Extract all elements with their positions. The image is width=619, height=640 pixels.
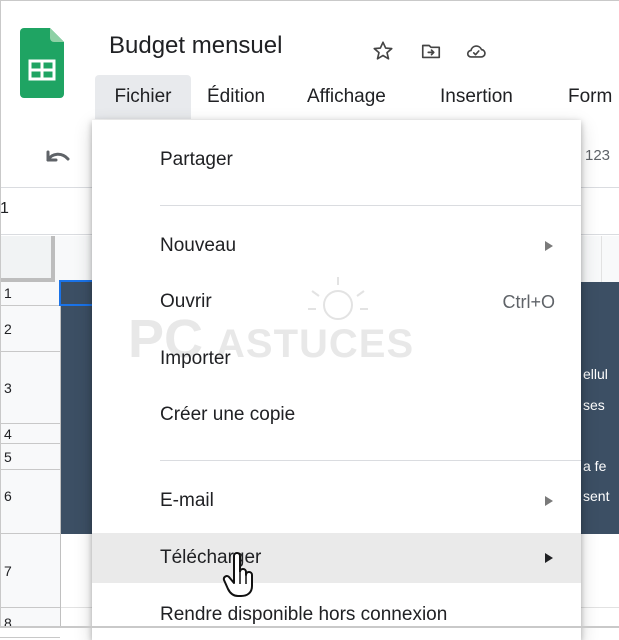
- number-format-button[interactable]: 123: [585, 147, 610, 164]
- menu-edition[interactable]: Édition: [207, 75, 265, 119]
- cell-text-fragment: ses: [583, 397, 605, 413]
- menu-separator: [160, 460, 581, 461]
- menu-item-label: E-mail: [160, 490, 214, 511]
- select-all-corner[interactable]: [0, 236, 55, 282]
- menu-item-label: Créer une copie: [160, 404, 296, 425]
- menu-format[interactable]: Form: [568, 75, 612, 119]
- row-header-7[interactable]: 7: [0, 534, 60, 608]
- menu-item-label: Nouveau: [160, 235, 237, 256]
- cloud-saved-icon[interactable]: [465, 40, 487, 62]
- submenu-arrow-icon: [545, 496, 553, 506]
- cell-text-fragment: a fe: [583, 458, 607, 474]
- name-box[interactable]: 1: [0, 200, 9, 218]
- menu-item-label: Ouvrir: [160, 291, 212, 312]
- undo-icon[interactable]: [44, 148, 72, 170]
- menu-item-importer[interactable]: Importer: [92, 334, 581, 384]
- menu-item-label: Partager: [160, 149, 233, 170]
- row-header-5[interactable]: 5: [0, 444, 60, 470]
- move-to-folder-icon[interactable]: [420, 40, 442, 62]
- menu-item-hors-connexion[interactable]: Rendre disponible hors connexion: [92, 590, 581, 640]
- star-icon[interactable]: [372, 40, 394, 62]
- menu-item-label: Importer: [160, 348, 231, 369]
- row-header-4[interactable]: 4: [0, 424, 60, 444]
- row-header-2[interactable]: 2: [0, 306, 60, 352]
- menu-item-label: Rendre disponible hors connexion: [160, 604, 448, 625]
- menu-fichier[interactable]: Fichier: [95, 75, 191, 119]
- row-header-8[interactable]: 8: [0, 608, 60, 638]
- column-header-divider: [601, 236, 602, 282]
- row-header-6[interactable]: 6: [0, 470, 60, 534]
- menu-insertion[interactable]: Insertion: [440, 75, 513, 119]
- document-title[interactable]: Budget mensuel: [109, 32, 282, 60]
- hand-pointer-icon: [222, 552, 253, 597]
- menu-item-ouvrir[interactable]: Ouvrir Ctrl+O: [92, 277, 581, 327]
- row-header-3[interactable]: 3: [0, 352, 60, 424]
- menu-affichage[interactable]: Affichage: [307, 75, 386, 119]
- row-header-1[interactable]: 1: [0, 282, 60, 306]
- menu-item-partager[interactable]: Partager: [92, 135, 581, 185]
- menu-separator: [160, 205, 581, 206]
- menu-item-creer-une-copie[interactable]: Créer une copie: [92, 390, 581, 440]
- menu-item-email[interactable]: E-mail: [92, 476, 581, 526]
- menu-item-telecharger[interactable]: Télécharger: [92, 533, 581, 583]
- submenu-arrow-icon: [545, 553, 553, 563]
- file-menu: Partager Nouveau Ouvrir Ctrl+O Importer …: [92, 120, 581, 640]
- menu-item-shortcut: Ctrl+O: [502, 292, 555, 312]
- cell-text-fragment: ellul: [583, 366, 608, 382]
- submenu-arrow-icon: [545, 241, 553, 251]
- sheets-logo-icon[interactable]: [20, 28, 64, 98]
- menu-item-nouveau[interactable]: Nouveau: [92, 221, 581, 271]
- cell-text-fragment: sent: [583, 488, 610, 504]
- row-header-column: 1 2 3 4 5 6 7 8: [0, 282, 61, 638]
